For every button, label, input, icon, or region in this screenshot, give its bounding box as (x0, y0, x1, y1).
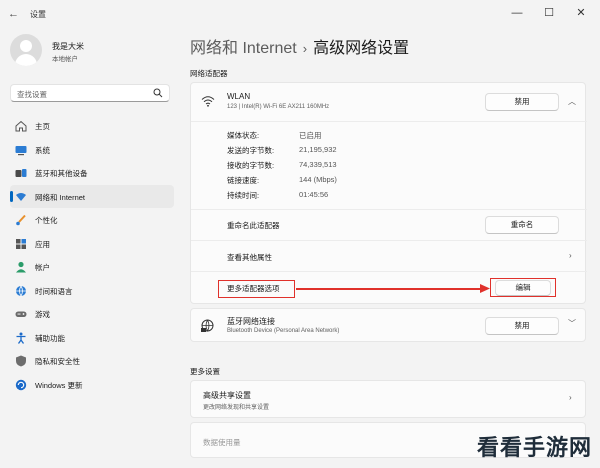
sidebar-item-privacy[interactable]: 隐私和安全性 (10, 349, 174, 373)
advanced-sharing-subtitle: 更改网络发现和共享设置 (203, 405, 270, 411)
rename-adapter-label: 重命名此适配器 (227, 221, 280, 230)
sidebar-item-label: 帐户 (35, 263, 50, 272)
account-icon (16, 261, 26, 273)
sidebar-item-time-language[interactable]: 时间和语言 (10, 279, 174, 303)
brush-icon (16, 214, 26, 226)
sidebar-item-personalization[interactable]: 个性化 (10, 208, 174, 232)
chevron-right-icon: › (569, 251, 572, 260)
globe-icon (16, 285, 26, 297)
sidebar-item-label: 时间和语言 (35, 286, 73, 296)
sidebar-item-label: 系统 (35, 145, 50, 155)
sidebar-item-label: 游戏 (35, 310, 50, 319)
prop-key-media-state: 媒体状态: (227, 131, 260, 140)
prop-key-bytes-sent: 发送的字节数: (227, 146, 275, 155)
prop-value-bytes-sent: 21,195,932 (299, 145, 337, 154)
sidebar-nav: 主页 系统 蓝牙和其他设备 网络和 Internet 个性化 应用 帐户 时间和… (10, 114, 174, 396)
sidebar-item-label: 个性化 (35, 216, 58, 225)
watermark-logo: 看看手游网 (476, 435, 592, 460)
annotation-highlight-options (218, 280, 295, 298)
profile-account-type: 本地帐户 (52, 56, 78, 63)
sidebar-item-apps[interactable]: 应用 (10, 232, 174, 256)
more-properties-label: 查看其他属性 (227, 253, 272, 262)
window-title: 设置 (30, 10, 46, 19)
sidebar-item-label: 辅助功能 (35, 333, 65, 343)
sidebar-item-home[interactable]: 主页 (10, 114, 174, 138)
data-usage-label: 数据使用量 (203, 438, 241, 447)
bluetooth-adapter-card[interactable]: 蓝牙网络连接 Bluetooth Device (Personal Area N… (190, 308, 586, 342)
search-placeholder: 查找设置 (17, 90, 47, 99)
bluetooth-disable-button[interactable]: 禁用 (485, 317, 559, 335)
sidebar-item-system[interactable]: 系统 (10, 138, 174, 162)
minimize-button[interactable]: — (508, 5, 526, 21)
sidebar-item-label: 隐私和安全性 (35, 357, 80, 366)
title-bar: ← 设置 — ☐ ✕ (0, 0, 600, 28)
bluetooth-network-icon (201, 319, 214, 332)
bluetooth-name: 蓝牙网络连接 (227, 317, 275, 326)
section-more-settings-label: 更多设置 (190, 367, 220, 376)
chevron-right-icon: › (569, 393, 572, 402)
system-icon (15, 145, 27, 155)
avatar (10, 34, 42, 66)
accessibility-icon (16, 332, 26, 344)
page-title: 高级网络设置 (313, 40, 410, 57)
advanced-sharing-title: 高级共享设置 (203, 391, 251, 400)
wifi-icon (201, 96, 215, 107)
prop-value-link-speed: 144 (Mbps) (299, 175, 337, 184)
search-input[interactable]: 查找设置 (10, 84, 170, 102)
breadcrumb-separator: › (302, 41, 308, 56)
profile-name: 我是大米 (52, 42, 84, 51)
gamepad-icon (15, 311, 27, 317)
shield-icon (16, 355, 26, 367)
sidebar-item-bluetooth[interactable]: 蓝牙和其他设备 (10, 161, 174, 185)
wlan-disable-button[interactable]: 禁用 (485, 93, 559, 111)
prop-value-bytes-received: 74,339,513 (299, 160, 337, 169)
apps-icon (16, 238, 26, 249)
prop-key-link-speed: 链接速度: (227, 176, 260, 185)
divider (191, 121, 587, 122)
chevron-down-icon[interactable]: ﹀ (568, 318, 576, 329)
section-adapters-label: 网络适配器 (190, 69, 228, 78)
sidebar-item-label: 应用 (35, 239, 50, 249)
wlan-adapter-card: WLAN 123 | Intel(R) Wi-Fi 6E AX211 160MH… (190, 82, 587, 304)
sidebar-item-label: 蓝牙和其他设备 (35, 169, 88, 178)
bluetooth-description: Bluetooth Device (Personal Area Network) (227, 328, 340, 334)
prop-value-duration: 01:45:56 (299, 190, 329, 199)
back-arrow-icon[interactable]: ← (8, 8, 22, 20)
rename-adapter-row: 重命名此适配器 重命名 (191, 210, 587, 240)
home-icon (15, 120, 27, 132)
sidebar-item-label: 主页 (35, 122, 50, 131)
more-properties-row[interactable]: 查看其他属性 › (191, 241, 587, 271)
sidebar-item-label: 网络和 Internet (35, 192, 86, 202)
sidebar-item-gaming[interactable]: 游戏 (10, 302, 174, 326)
chevron-up-icon[interactable]: ︿ (568, 96, 576, 107)
update-icon (15, 379, 27, 390)
sidebar-item-network[interactable]: 网络和 Internet (10, 184, 174, 208)
search-icon (153, 88, 163, 98)
sidebar-item-windows-update[interactable]: Windows 更新 (10, 373, 174, 397)
sidebar-item-accessibility[interactable]: 辅助功能 (10, 326, 174, 350)
annotation-arrow-line (296, 288, 482, 290)
wlan-description: 123 | Intel(R) Wi-Fi 6E AX211 160MHz (227, 104, 330, 110)
close-button[interactable]: ✕ (572, 5, 590, 21)
prop-value-media-state: 已启用 (299, 131, 322, 140)
user-profile[interactable]: 我是大米 本地帐户 (10, 32, 180, 72)
breadcrumb: 网络和 Internet › 高级网络设置 (190, 34, 409, 58)
bluetooth-icon (15, 169, 27, 177)
sidebar-item-accounts[interactable]: 帐户 (10, 255, 174, 279)
annotation-arrowhead (480, 284, 490, 293)
rename-button[interactable]: 重命名 (485, 216, 559, 234)
prop-key-bytes-received: 接收的字节数: (227, 161, 275, 170)
wlan-name: WLAN (227, 92, 251, 101)
breadcrumb-parent[interactable]: 网络和 Internet (190, 40, 297, 57)
sidebar-item-label: Windows 更新 (35, 380, 83, 390)
network-icon (16, 192, 26, 201)
advanced-sharing-card[interactable]: 高级共享设置 更改网络发现和共享设置 › (190, 380, 586, 418)
prop-key-duration: 持续时间: (227, 191, 260, 200)
annotation-highlight-edit (490, 278, 556, 297)
wlan-header-row[interactable]: WLAN 123 | Intel(R) Wi-Fi 6E AX211 160MH… (191, 83, 587, 121)
maximize-button[interactable]: ☐ (540, 5, 558, 21)
